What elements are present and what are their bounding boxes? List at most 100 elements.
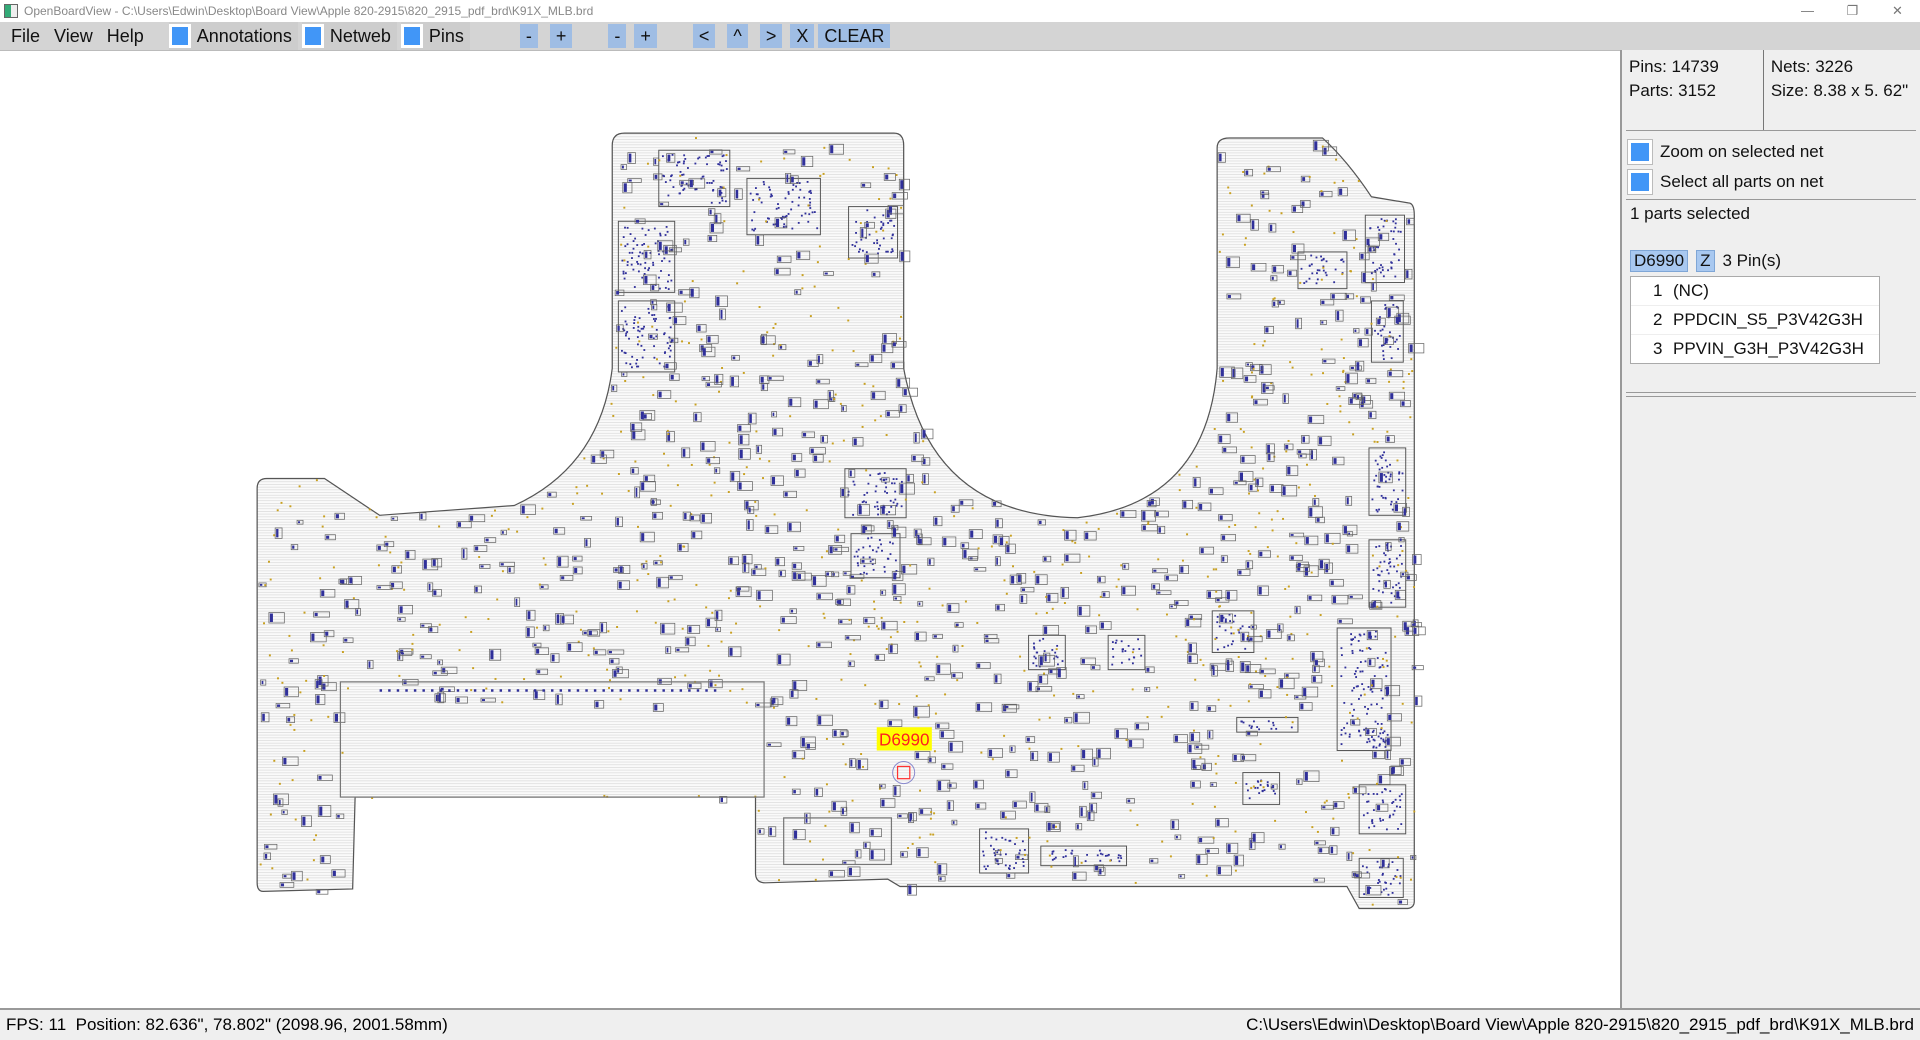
test-point [323,515,326,518]
component-pin [1188,744,1192,753]
component-pin [1403,622,1407,631]
netweb-toggle[interactable]: Netweb [301,22,397,50]
test-point [1237,656,1240,658]
test-point [823,146,826,149]
test-point [1355,238,1358,241]
test-point [1157,558,1160,561]
component-pin [1372,601,1376,608]
close-button[interactable]: ✕ [1875,0,1920,22]
component-pin [893,572,897,580]
component-pin [1383,219,1386,222]
minimize-button[interactable]: — [1785,0,1830,22]
zoom-part-button[interactable]: Z [1696,250,1715,272]
test-point [833,398,836,401]
component-pin [883,334,887,343]
component-pin [1131,662,1134,665]
component-pin [1128,658,1131,661]
zoom-in-2-button[interactable]: + [634,24,657,48]
component-pin [920,809,924,814]
component-pin [790,690,794,698]
restore-button[interactable]: ❐ [1830,0,1875,22]
component-pin [1397,582,1400,585]
component-pin [653,227,656,230]
annotations-toggle[interactable]: Annotations [168,22,298,50]
pin-row[interactable]: 1 (NC) [1631,277,1879,306]
menu-help[interactable]: Help [100,22,151,50]
component-pin [1291,256,1295,259]
component-pin [1377,246,1380,249]
component-pin [725,168,728,170]
board-view[interactable]: D6990 [0,51,1620,1009]
test-point [470,689,473,692]
connector-pin [499,689,503,692]
component-pin [771,194,773,197]
component-pin [636,219,640,223]
component-pin [1278,624,1281,632]
next-button[interactable]: > [759,24,783,48]
component-pin [1237,215,1241,222]
component-pin [1389,882,1392,885]
x-button[interactable]: X [790,24,815,48]
select-all-parts-checkbox[interactable]: Select all parts on net [1627,167,1920,197]
connector-pin [602,689,605,692]
component-pin [848,867,852,876]
clear-button[interactable]: CLEAR [818,24,891,48]
component-pin [1336,311,1340,321]
selected-part-button[interactable]: D6990 [1630,250,1689,272]
test-point [690,463,693,466]
component-pin [628,179,632,182]
component-pin [745,501,749,509]
component-pin [1330,846,1334,854]
test-point [1248,492,1251,495]
prev-button[interactable]: < [692,24,716,48]
component-pin [1381,664,1384,667]
menu-file[interactable]: File [4,22,47,50]
board-canvas[interactable]: D6990 [0,50,1620,1009]
part-label-d6990[interactable]: D6990 [879,730,929,750]
component-pin [1199,837,1203,843]
test-point [1009,534,1012,537]
component-pin [642,564,645,569]
pins-toggle[interactable]: Pins [400,22,470,50]
component-pin [1377,882,1379,884]
component-pin [934,517,938,525]
component-pin [314,612,318,617]
component-pin [1387,308,1391,317]
component-pin [1384,554,1387,557]
component-pin [667,303,671,312]
component-pin [1394,798,1397,801]
zoom-in-button[interactable]: + [549,24,573,48]
test-point [1291,366,1294,369]
up-button[interactable]: ^ [727,24,748,48]
component-pin [720,797,723,803]
component-pin [1316,272,1318,275]
component-pin [1394,504,1398,512]
menu-view[interactable]: View [47,22,100,50]
component-pin [1258,586,1262,595]
component-pin [658,362,661,365]
zoom-out-button[interactable]: - [519,24,538,48]
checkbox-icon [1627,139,1653,165]
component-pin [948,783,952,788]
test-point [1232,632,1235,635]
component-pin [1400,545,1402,547]
pin-row[interactable]: 2 PPDCIN_S5_P3V42G3H [1631,306,1879,335]
component-pin [817,643,821,647]
component-pin [462,549,465,559]
zoom-on-net-checkbox[interactable]: Zoom on selected net [1627,137,1920,167]
test-point [575,486,578,489]
test-point [494,677,497,680]
pin-row[interactable]: 3 PPVIN_G3H_P3V42G3H [1631,335,1879,363]
component-pin [533,644,537,646]
component-pin [784,150,788,153]
zoom-out-2-button[interactable]: - [608,24,627,48]
test-point [1255,670,1257,673]
component-pin [1401,573,1405,576]
component-pin [1238,631,1241,634]
test-point [496,598,499,601]
component-pin [1158,527,1161,533]
component-pin [1338,619,1342,623]
component-pin [527,627,530,637]
component-pin [1248,626,1251,629]
component-pin [651,300,654,304]
